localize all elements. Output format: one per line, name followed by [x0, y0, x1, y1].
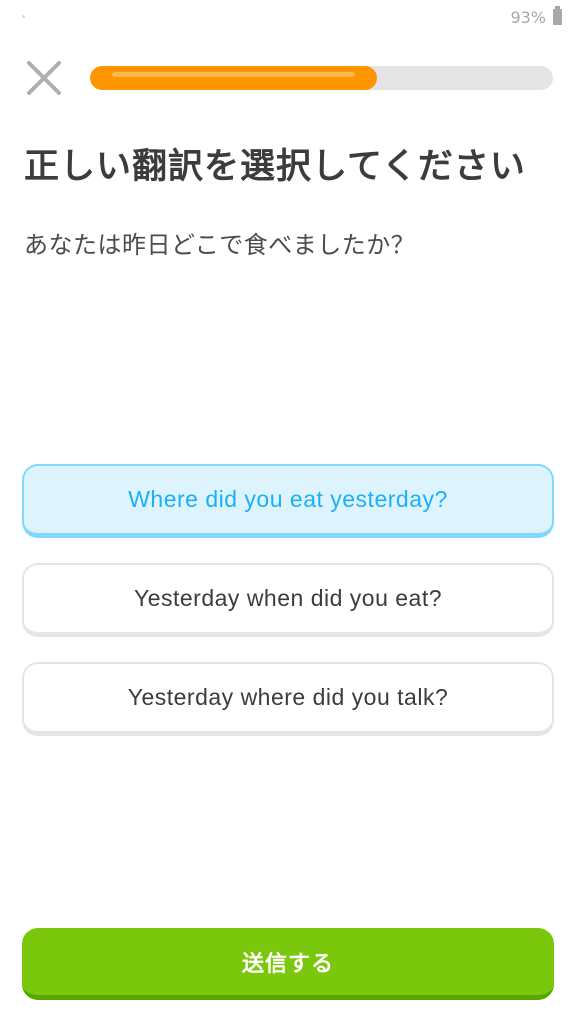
close-button[interactable] [22, 56, 66, 100]
battery-percent: 93% [510, 8, 546, 27]
battery-icon [553, 6, 562, 25]
exercise-prompt: あなたは昨日どこで食べましたか？ [24, 231, 416, 259]
lesson-progress-fill [90, 66, 378, 90]
close-icon [27, 61, 61, 95]
answer-choice-2[interactable]: Yesterday when did you eat? [22, 563, 554, 637]
answer-choice-3[interactable]: Yesterday where did you talk? [22, 662, 554, 736]
status-bar: 93% [0, 0, 576, 36]
exercise-title: 正しい翻訳を選択してください [24, 147, 526, 187]
lesson-progress-highlight [112, 72, 356, 77]
submit-button[interactable]: 送信する [22, 928, 554, 1000]
lesson-progress-bar [90, 66, 553, 90]
status-dot [22, 15, 25, 18]
answer-choices: Where did you eat yesterday? Yesterday w… [22, 464, 554, 761]
answer-choice-1[interactable]: Where did you eat yesterday? [22, 464, 554, 538]
